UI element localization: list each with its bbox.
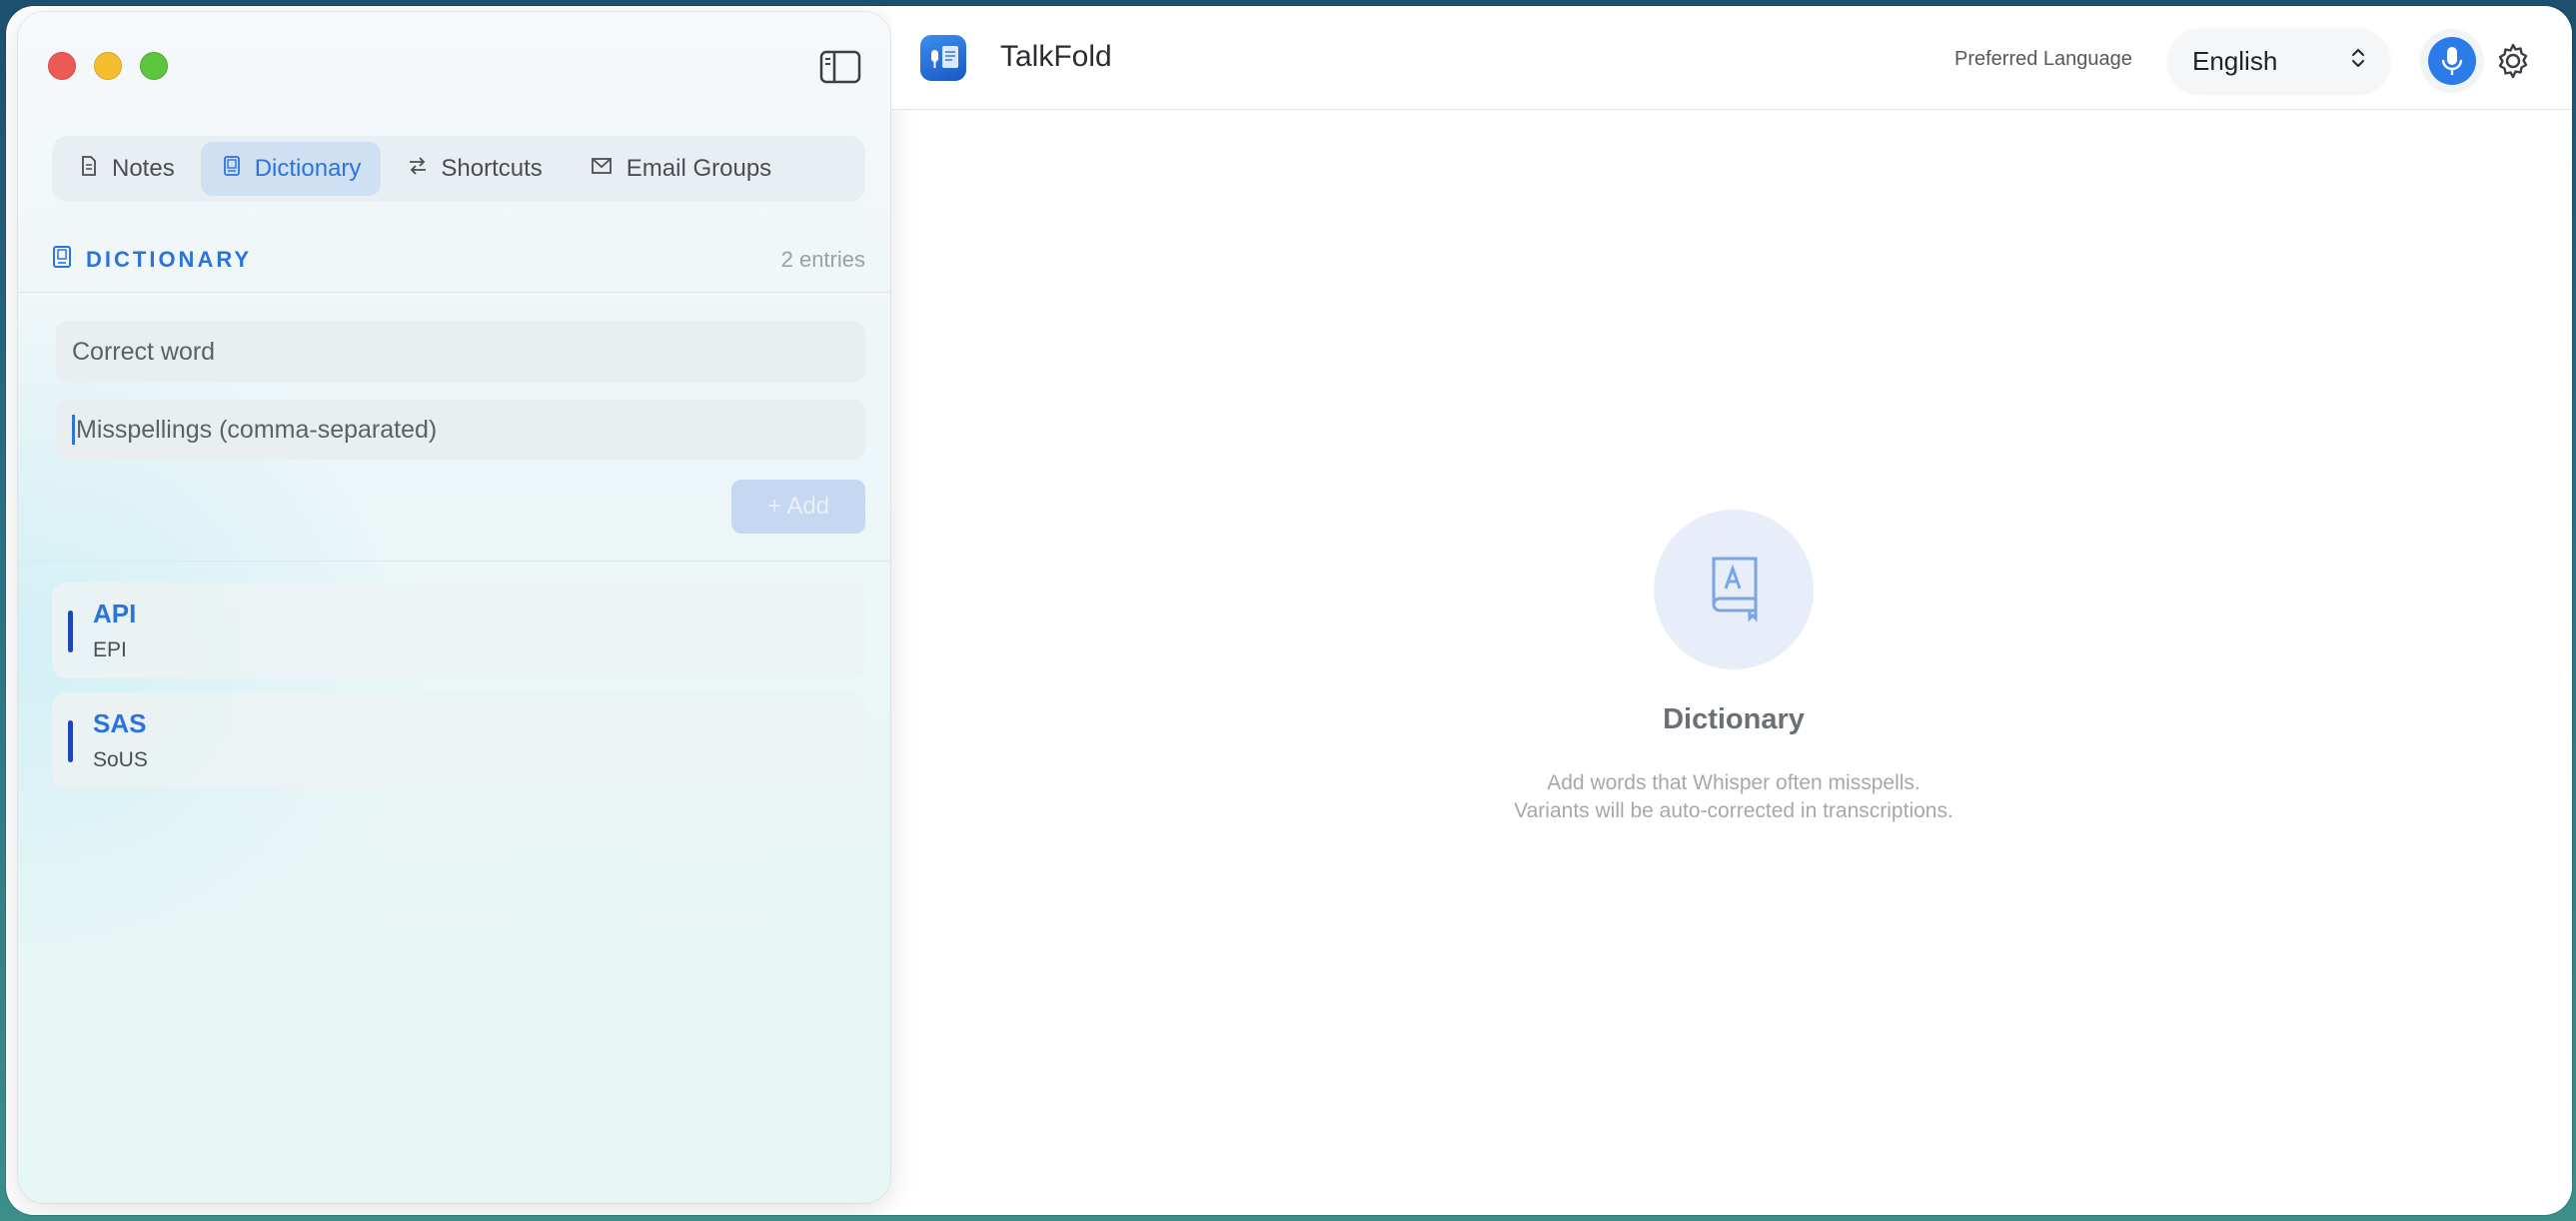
book-icon [221, 155, 243, 184]
entry-variants: EPI [93, 638, 127, 661]
document-icon [78, 155, 100, 184]
tab-label: Email Groups [626, 155, 772, 182]
section-header: DICTIONARY 2 entries [52, 240, 865, 280]
description-line: Add words that Whisper often misspells. [1547, 771, 1921, 794]
entry-word: API [93, 599, 137, 628]
tab-dictionary[interactable]: Dictionary [200, 142, 382, 196]
empty-state-title: Dictionary [1663, 703, 1805, 735]
window-controls [48, 52, 168, 80]
add-entry-button[interactable]: + Add [731, 480, 865, 534]
app-title: TalkFold [1000, 40, 1112, 73]
misspellings-placeholder: Misspellings (comma-separated) [76, 415, 438, 444]
correct-word-placeholder: Correct word [72, 337, 216, 366]
envelope-icon [589, 155, 615, 184]
entry-variants: SoUS [93, 748, 148, 771]
sidebar-toggle-icon[interactable] [819, 50, 861, 84]
microphone-icon [2428, 37, 2476, 85]
close-window-button[interactable] [48, 52, 76, 80]
arrows-icon [407, 155, 429, 184]
list-item[interactable]: SAS SoUS [52, 692, 865, 788]
correct-word-input[interactable]: Correct word [56, 321, 865, 383]
language-value: English [2192, 45, 2278, 76]
app-window: Notes Dictionary Shortcuts Email Groups [6, 6, 2572, 1215]
divider [18, 561, 890, 562]
tab-label: Shortcuts [441, 155, 543, 182]
entry-accent-bar [68, 610, 73, 652]
chevron-updown-icon [2350, 46, 2366, 77]
empty-state-badge [1654, 510, 1814, 669]
section-title: DICTIONARY [52, 245, 252, 275]
tab-notes[interactable]: Notes [58, 142, 195, 196]
dictionary-book-icon [1704, 553, 1764, 627]
add-button-label: + Add [766, 493, 830, 520]
tab-label: Notes [112, 155, 175, 182]
entry-accent-bar [68, 720, 73, 762]
empty-state-description: Add words that Whisper often misspells. … [891, 769, 2572, 825]
language-select[interactable]: English [2168, 29, 2390, 93]
misspellings-input[interactable]: Misspellings (comma-separated) [56, 400, 865, 460]
divider [18, 292, 890, 293]
section-title-text: DICTIONARY [86, 247, 253, 272]
description-line: Variants will be auto-corrected in trans… [1514, 799, 1953, 822]
minimize-window-button[interactable] [94, 52, 122, 80]
entry-count: 2 entries [780, 247, 865, 272]
list-item[interactable]: API EPI [52, 583, 865, 678]
tab-bar: Notes Dictionary Shortcuts Email Groups [52, 136, 865, 202]
record-button[interactable] [2420, 29, 2484, 93]
book-icon [52, 245, 72, 275]
sidebar: Notes Dictionary Shortcuts Email Groups [18, 12, 890, 1203]
main-content: Dictionary Add words that Whisper often … [891, 110, 2572, 1215]
tab-email-groups[interactable]: Email Groups [569, 142, 791, 196]
gear-icon[interactable] [2494, 42, 2532, 80]
zoom-window-button[interactable] [140, 52, 168, 80]
top-bar: TalkFold Preferred Language English [891, 6, 2572, 110]
tab-shortcuts[interactable]: Shortcuts [387, 142, 562, 196]
text-caret [72, 415, 75, 445]
preferred-language-label: Preferred Language [1954, 48, 2132, 70]
tab-label: Dictionary [254, 155, 362, 182]
app-logo-icon [920, 35, 966, 81]
entry-word: SAS [93, 708, 147, 738]
